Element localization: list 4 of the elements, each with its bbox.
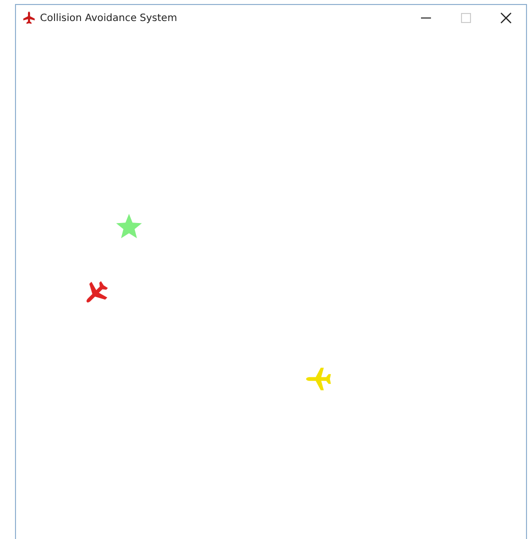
airplane-icon [22, 11, 36, 25]
close-icon [500, 12, 512, 24]
window-title: Collision Avoidance System [40, 12, 178, 24]
maximize-icon [460, 12, 472, 24]
